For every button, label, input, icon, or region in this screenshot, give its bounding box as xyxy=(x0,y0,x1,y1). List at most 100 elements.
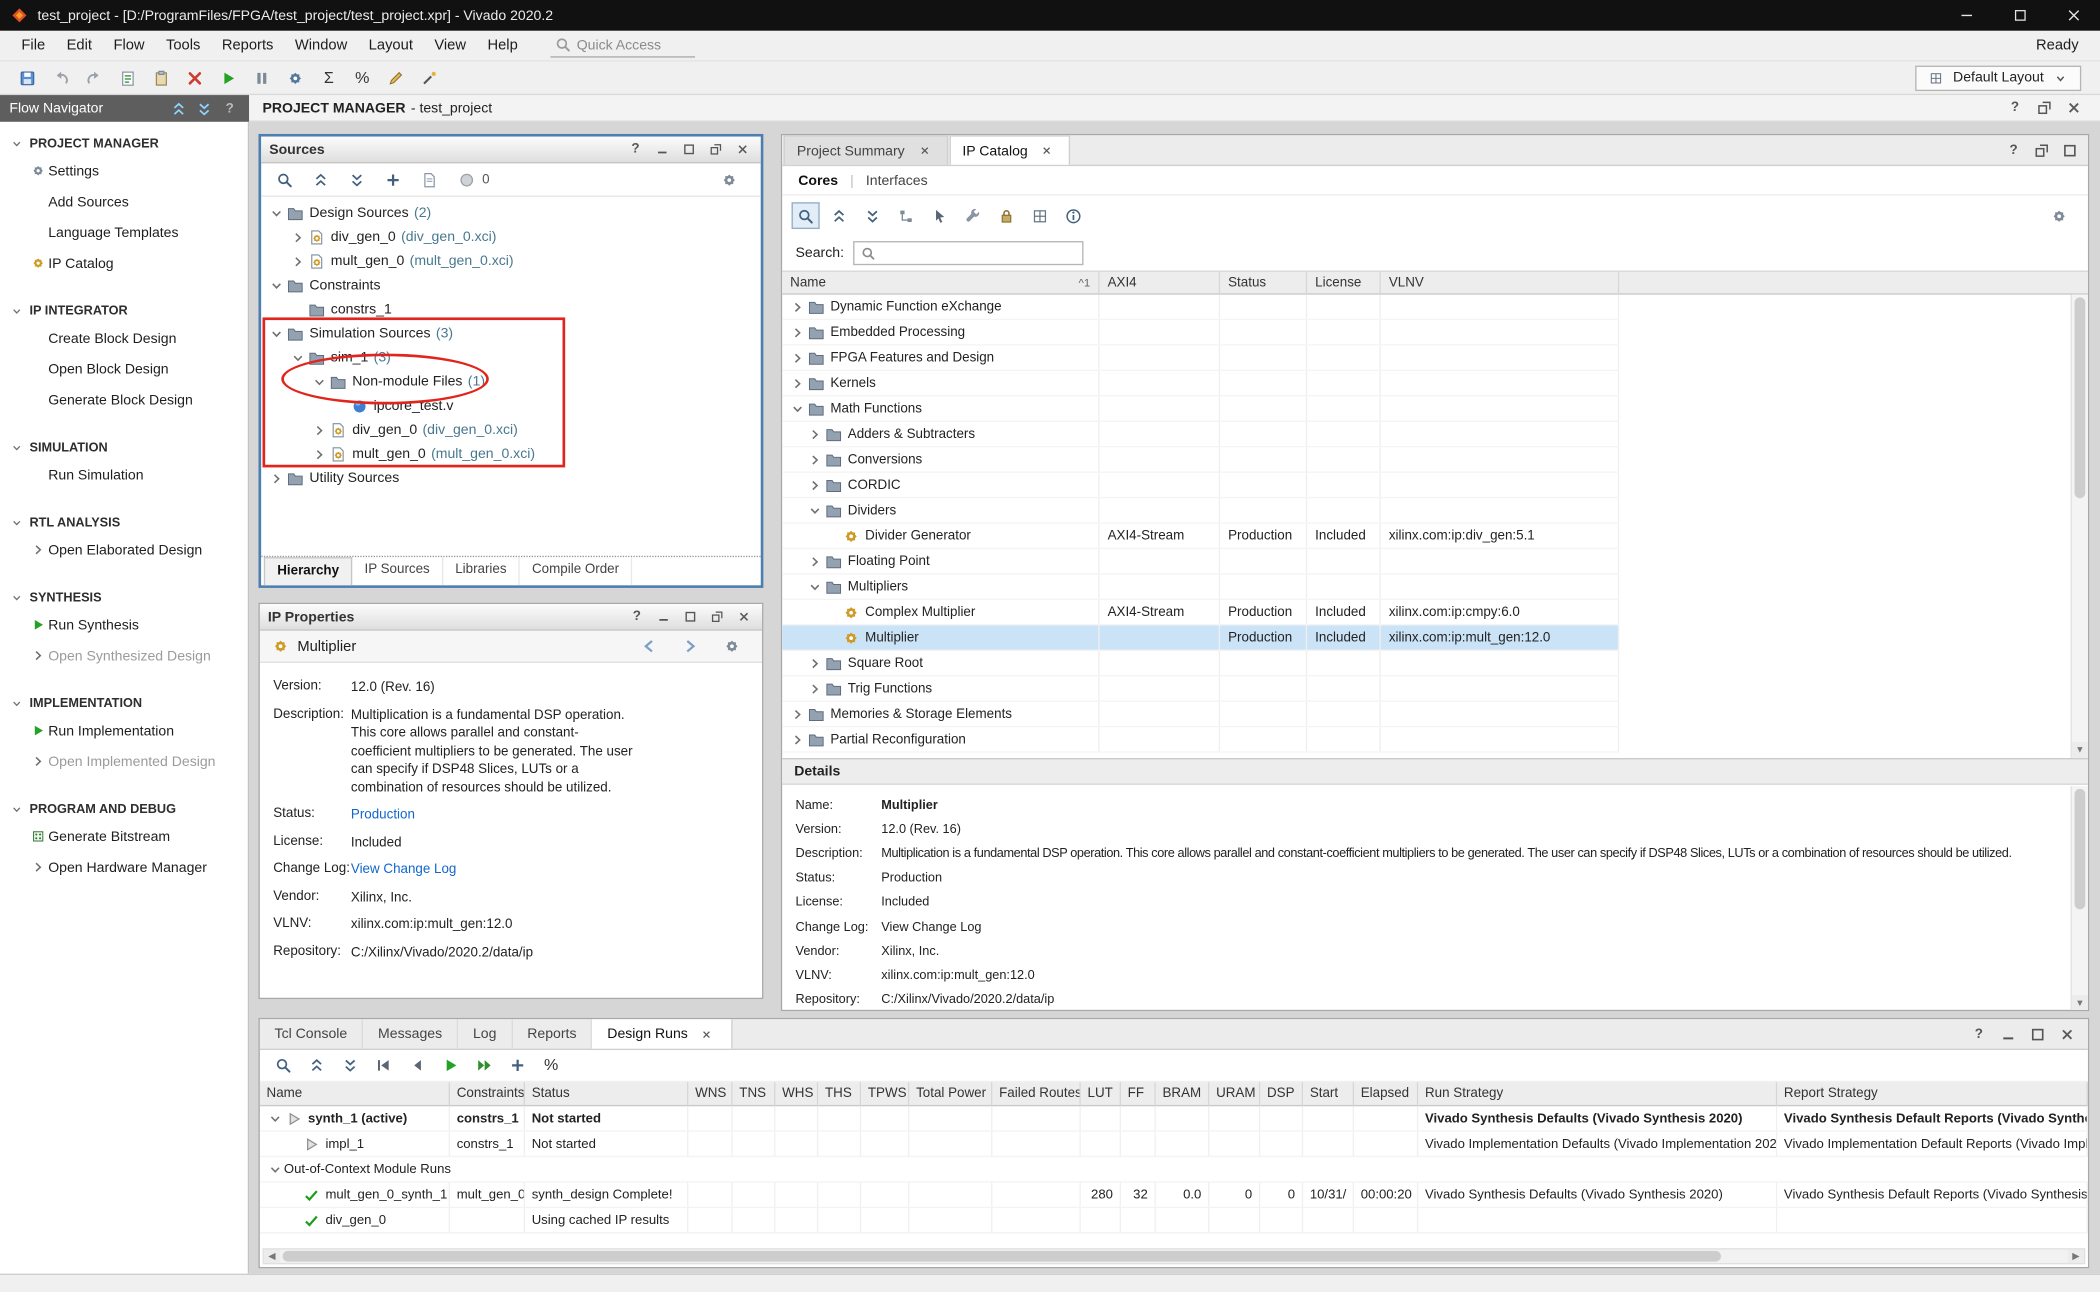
horizontal-scrollbar[interactable]: ◀ ▶ xyxy=(263,1248,2086,1264)
runs-column-dsp[interactable]: DSP xyxy=(1260,1082,1303,1106)
flownav-item-open-block-design[interactable]: Open Block Design xyxy=(0,354,248,385)
percent-button[interactable]: % xyxy=(348,64,376,91)
runs-column-constraints[interactable]: Constraints xyxy=(450,1082,525,1106)
flownav-item-open-synthesized-design[interactable]: Open Synthesized Design xyxy=(0,640,248,671)
maximize-icon[interactable] xyxy=(2060,141,2080,160)
close-icon[interactable] xyxy=(2064,98,2084,117)
collapse-arrow-icon[interactable] xyxy=(267,324,286,343)
runs-column-start[interactable]: Start xyxy=(1303,1082,1354,1106)
flownav-item-open-implemented-design[interactable]: Open Implemented Design xyxy=(0,746,248,777)
save-button[interactable] xyxy=(13,64,41,91)
ip-search-box[interactable] xyxy=(853,241,1083,265)
runs-column-bram[interactable]: BRAM xyxy=(1156,1082,1210,1106)
collapse-arrow-icon[interactable] xyxy=(805,577,824,596)
sources-tab-compile-order[interactable]: Compile Order xyxy=(520,557,633,585)
quick-access-search[interactable]: Quick Access xyxy=(550,34,695,57)
flownav-item-create-block-design[interactable]: Create Block Design xyxy=(0,323,248,354)
flownav-section-header-program-and-debug[interactable]: PROGRAM AND DEBUG xyxy=(0,797,248,821)
runs-column-ths[interactable]: THS xyxy=(818,1082,861,1106)
runs-row-impl-1[interactable]: impl_1constrs_1Not startedVivado Impleme… xyxy=(260,1132,2088,1157)
details-value-change-log[interactable]: View Change Log xyxy=(881,919,981,934)
collapse-arrow-icon[interactable] xyxy=(788,399,807,418)
flownav-item-settings[interactable]: Settings xyxy=(0,155,248,186)
catalog-row-cordic[interactable]: CORDIC xyxy=(782,473,1619,498)
flownav-item-language-templates[interactable]: Language Templates xyxy=(0,217,248,248)
question-icon[interactable]: ? xyxy=(1969,1025,1989,1044)
run-button[interactable] xyxy=(214,64,242,91)
source-tree-item-mult-gen-0[interactable]: mult_gen_0(mult_gen_0.xci) xyxy=(261,249,761,273)
runs-row-div-gen-0[interactable]: div_gen_0Using cached IP results xyxy=(260,1208,2088,1233)
menu-view[interactable]: View xyxy=(424,35,477,56)
flownav-section-header-simulation[interactable]: SIMULATION xyxy=(0,435,248,459)
expand-all-button[interactable] xyxy=(343,166,371,193)
runs-column-run-strategy[interactable]: Run Strategy xyxy=(1418,1082,1777,1106)
expand-arrow-icon[interactable] xyxy=(805,425,824,444)
bottom-tab-messages[interactable]: Messages xyxy=(363,1019,458,1048)
catalog-row-kernels[interactable]: Kernels xyxy=(782,371,1619,396)
flownav-section-header-synthesis[interactable]: SYNTHESIS xyxy=(0,585,248,609)
bottom-tab-design-runs[interactable]: Design Runs xyxy=(593,1019,732,1048)
sources-tab-ip-sources[interactable]: IP Sources xyxy=(352,557,443,585)
runs-column-tpws[interactable]: TPWS xyxy=(861,1082,909,1106)
flownav-section-header-rtl-analysis[interactable]: RTL ANALYSIS xyxy=(0,510,248,534)
menu-file[interactable]: File xyxy=(11,35,56,56)
sigma-button[interactable]: Σ xyxy=(315,64,343,91)
catalog-row-multipliers[interactable]: Multipliers xyxy=(782,575,1619,600)
catalog-scrollbar[interactable]: ▼ xyxy=(2071,295,2088,758)
doc-button[interactable] xyxy=(415,166,443,193)
catalog-row-complex-multiplier[interactable]: Complex Multiplier AXI4-Stream Productio… xyxy=(782,600,1619,625)
scroll-down-icon[interactable]: ▼ xyxy=(2072,995,2088,1011)
collapse-arrow-icon[interactable] xyxy=(805,501,824,520)
skip-start-button[interactable] xyxy=(370,1052,398,1079)
double-play-button[interactable] xyxy=(470,1052,498,1079)
flownav-section-header-implementation[interactable]: IMPLEMENTATION xyxy=(0,691,248,715)
float-icon[interactable] xyxy=(2034,98,2054,117)
expand-all-button[interactable] xyxy=(336,1052,364,1079)
runs-column-total-power[interactable]: Total Power xyxy=(909,1082,992,1106)
runs-column-lut[interactable]: LUT xyxy=(1081,1082,1121,1106)
play-green-button[interactable] xyxy=(437,1052,465,1079)
wand-button[interactable] xyxy=(415,64,443,91)
hierarchy-button[interactable] xyxy=(892,202,920,229)
source-tree-item-mult-gen-0[interactable]: mult_gen_0(mult_gen_0.xci) xyxy=(261,442,761,466)
lock-button[interactable] xyxy=(992,202,1020,229)
catalog-row-divider-generator[interactable]: Divider Generator AXI4-Stream Production… xyxy=(782,524,1619,549)
flownav-item-generate-bitstream[interactable]: Generate Bitstream xyxy=(0,821,248,852)
clipboard-button[interactable] xyxy=(147,64,175,91)
collapse-arrow-icon[interactable] xyxy=(265,1160,284,1179)
expand-arrow-icon[interactable] xyxy=(788,348,807,367)
runs-row-mult-gen-0-synth-1[interactable]: mult_gen_0_synth_1mult_gen_0synth_design… xyxy=(260,1183,2088,1208)
menu-layout[interactable]: Layout xyxy=(358,35,424,56)
runs-column-elapsed[interactable]: Elapsed xyxy=(1354,1082,1418,1106)
catalog-row-partial-reconfiguration[interactable]: Partial Reconfiguration xyxy=(782,727,1619,752)
menu-window[interactable]: Window xyxy=(284,35,358,56)
bottom-tab-log[interactable]: Log xyxy=(458,1019,512,1048)
source-tree-item-div-gen-0[interactable]: div_gen_0(div_gen_0.xci) xyxy=(261,418,761,442)
runs-column-status[interactable]: Status xyxy=(525,1082,688,1106)
close-icon[interactable] xyxy=(733,140,753,159)
flownav-item-ip-catalog[interactable]: IP Catalog xyxy=(0,248,248,279)
layout-selector[interactable]: Default Layout xyxy=(1916,65,2082,90)
undo-button[interactable] xyxy=(47,64,75,91)
menu-flow[interactable]: Flow xyxy=(103,35,156,56)
ipp-value-change-log[interactable]: View Change Log xyxy=(351,861,635,879)
float-icon[interactable] xyxy=(707,607,727,626)
question-icon[interactable]: ? xyxy=(2004,141,2024,160)
step-back-button[interactable] xyxy=(403,1052,431,1079)
source-tree-item-sim-1[interactable]: sim_1(3) xyxy=(261,346,761,370)
catalog-settings-button[interactable] xyxy=(2045,202,2073,229)
tab-ip-catalog[interactable]: IP Catalog xyxy=(949,135,1071,164)
runs-column-report-strategy[interactable]: Report Strategy xyxy=(1777,1082,2088,1106)
bottom-tab-reports[interactable]: Reports xyxy=(513,1019,593,1048)
runs-column-wns[interactable]: WNS xyxy=(688,1082,732,1106)
collapse-arrow-icon[interactable] xyxy=(288,348,307,367)
column-header-vlnv[interactable]: VLNV xyxy=(1381,272,1619,293)
collapse-all-button[interactable] xyxy=(307,166,335,193)
close-tab-icon[interactable] xyxy=(914,141,934,160)
expand-arrow-icon[interactable] xyxy=(788,323,807,342)
catalog-row-memories-storage-elements[interactable]: Memories & Storage Elements xyxy=(782,702,1619,727)
menu-tools[interactable]: Tools xyxy=(155,35,211,56)
flownav-section-header-project-manager[interactable]: PROJECT MANAGER xyxy=(0,131,248,155)
menu-help[interactable]: Help xyxy=(477,35,529,56)
column-header-name[interactable]: Name^1 xyxy=(782,272,1099,293)
